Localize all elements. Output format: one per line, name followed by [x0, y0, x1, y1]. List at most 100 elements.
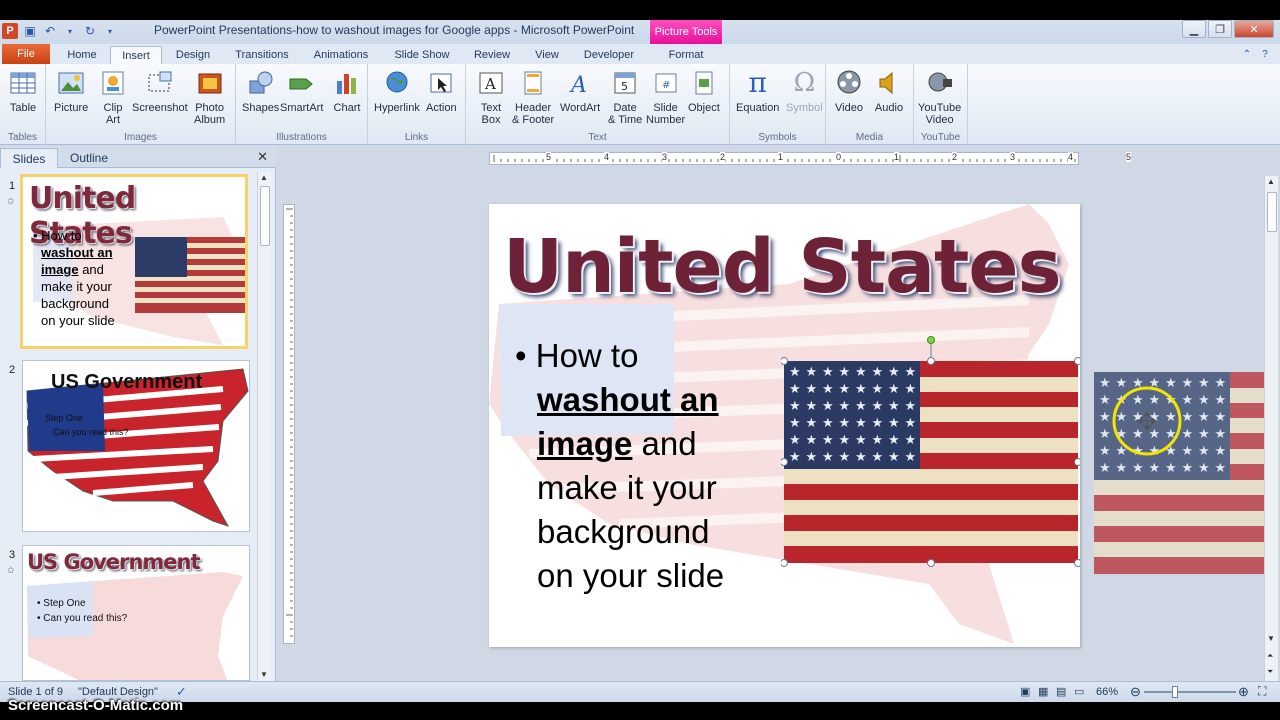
- scroll-down-icon[interactable]: ▼: [260, 670, 268, 679]
- ruler-label: 4: [1068, 152, 1074, 162]
- rotate-handle[interactable]: [927, 336, 935, 344]
- slide-thumbnail-3[interactable]: US Government • Step One • Can you read …: [22, 545, 250, 681]
- close-panel-icon[interactable]: ✕: [257, 149, 268, 165]
- panel-scroll-thumb[interactable]: [260, 186, 270, 246]
- clip-art-button[interactable]: Clip Art: [98, 68, 128, 126]
- customize-qat-icon[interactable]: ▾: [102, 23, 118, 39]
- text-box-button[interactable]: A Text Box: [476, 68, 506, 126]
- flag-star: ★: [1116, 461, 1128, 476]
- previous-slide-icon[interactable]: ⏶: [1267, 651, 1273, 661]
- smartart-button[interactable]: SmartArt: [280, 68, 323, 114]
- powerpoint-logo-icon[interactable]: P: [2, 23, 18, 39]
- tab-design[interactable]: Design: [164, 46, 222, 64]
- tab-review[interactable]: Review: [466, 46, 518, 64]
- tab-developer[interactable]: Developer: [576, 46, 642, 64]
- redo-icon[interactable]: ↻: [82, 23, 98, 39]
- close-icon[interactable]: ✕: [1234, 20, 1274, 38]
- minimize-icon[interactable]: ▁: [1182, 20, 1206, 38]
- hyperlink-button[interactable]: Hyperlink: [374, 68, 420, 114]
- save-icon[interactable]: ▣: [22, 23, 38, 39]
- scroll-up-icon[interactable]: ▲: [1267, 177, 1275, 186]
- undo-icon[interactable]: ↶: [42, 23, 58, 39]
- transition-star-icon: ✩: [7, 565, 15, 575]
- slideshow-view-icon[interactable]: ▭: [1074, 685, 1084, 698]
- tab-slide-show[interactable]: Slide Show: [386, 46, 458, 64]
- selected-flag-picture[interactable]: ★ ★ ★ ★ ★ ★ ★ ★ ★ ★ ★ ★ ★ ★ ★ ★ ★ ★ ★ ★ ★ ★ ★ ★ ★ ★ ★ ★ ★ ★ ★ ★ ★ ★ ★ ★ ★ ★ ★ ★…: [781, 336, 1080, 568]
- panel-scrollbar[interactable]: ▲ ▼: [257, 172, 271, 680]
- flag-star: ★: [822, 433, 834, 448]
- tab-format[interactable]: Format: [656, 46, 716, 64]
- zoom-out-icon[interactable]: ⊖: [1130, 684, 1141, 700]
- tab-file[interactable]: File: [2, 44, 50, 64]
- flag-star: ★: [888, 382, 900, 397]
- minimize-ribbon-icon[interactable]: ⌃: [1240, 47, 1254, 61]
- slide-thumbnail-2[interactable]: US Government Step One Can you read this…: [22, 360, 250, 532]
- flag-star: ★: [1198, 427, 1210, 442]
- zoom-slider-thumb[interactable]: [1172, 686, 1178, 698]
- wordart-button[interactable]: A WordArt: [560, 68, 600, 114]
- speaker-icon: [874, 68, 904, 98]
- flag-star: ★: [905, 433, 917, 448]
- flag-star: ★: [806, 399, 818, 414]
- flag-star: ★: [839, 416, 851, 431]
- zoom-level[interactable]: 66%: [1096, 686, 1118, 698]
- editor-scrollbar[interactable]: ▲ ▼ ⏶ ⏷: [1264, 176, 1278, 681]
- slide-number-button[interactable]: # Slide Number: [646, 68, 685, 126]
- flag-star: ★: [872, 450, 884, 465]
- flag-star: ★: [1215, 410, 1227, 425]
- dropdown-icon[interactable]: ▾: [62, 23, 78, 39]
- group-tables: Table Tables: [0, 64, 46, 145]
- flag-star: ★: [839, 365, 851, 380]
- tab-animations[interactable]: Animations: [306, 46, 376, 64]
- zoom-slider-track[interactable]: [1144, 691, 1236, 693]
- reading-view-icon[interactable]: ▤: [1056, 685, 1066, 698]
- smartart-icon: [287, 68, 317, 98]
- screen-border: [0, 0, 1280, 20]
- fit-to-window-icon[interactable]: ⛶: [1258, 684, 1266, 699]
- object-button[interactable]: Object: [688, 68, 720, 114]
- date-time-button[interactable]: 5 Date & Time: [608, 68, 642, 126]
- tab-slides[interactable]: Slides: [0, 148, 58, 168]
- symbol-button[interactable]: Ω Symbol: [786, 68, 823, 114]
- slide-thumbnail-1[interactable]: United States • How to washout an image …: [20, 174, 248, 349]
- normal-view-icon[interactable]: ▣: [1020, 685, 1030, 698]
- youtube-video-button[interactable]: YouTube Video: [918, 68, 961, 126]
- help-icon[interactable]: ?: [1258, 47, 1272, 61]
- header-footer-button[interactable]: Header & Footer: [512, 68, 554, 126]
- horizontal-ruler[interactable]: 5 4 3 2 1 0 1 2 3 4 5: [489, 152, 1132, 165]
- flag-star: ★: [789, 365, 801, 380]
- slide-sorter-icon[interactable]: ▦: [1038, 685, 1048, 698]
- action-button[interactable]: Action: [426, 68, 457, 114]
- video-button[interactable]: Video: [834, 68, 864, 114]
- ribbon-insert: Table Tables Picture Clip Art Screenshot: [0, 64, 1280, 145]
- scroll-up-icon[interactable]: ▲: [260, 173, 268, 182]
- editor-scroll-thumb[interactable]: [1267, 192, 1277, 232]
- chart-button[interactable]: Chart: [332, 68, 362, 114]
- vertical-ruler[interactable]: [283, 204, 295, 644]
- next-slide-icon[interactable]: ⏷: [1267, 667, 1273, 677]
- scroll-down-icon[interactable]: ▼: [1267, 634, 1275, 643]
- tab-transitions[interactable]: Transitions: [228, 46, 296, 64]
- tab-outline[interactable]: Outline: [60, 148, 118, 168]
- slide-title-wordart[interactable]: United States: [503, 224, 1062, 310]
- slide-body-text[interactable]: • How to washout an image and make it yo…: [515, 334, 724, 598]
- zoom-in-icon[interactable]: ⊕: [1238, 684, 1249, 700]
- equation-button[interactable]: π Equation: [736, 68, 779, 115]
- picture-button[interactable]: Picture: [54, 68, 88, 114]
- flag-star: ★: [1099, 461, 1111, 476]
- photo-album-button[interactable]: Photo Album: [194, 68, 225, 126]
- flag-star: ★: [822, 416, 834, 431]
- current-slide[interactable]: United States • How to washout an image …: [489, 204, 1080, 647]
- screenshot-button[interactable]: Screenshot: [132, 68, 188, 114]
- shapes-button[interactable]: Shapes: [242, 68, 279, 114]
- tab-home[interactable]: Home: [56, 46, 108, 64]
- restore-icon[interactable]: ❐: [1208, 20, 1232, 38]
- film-reel-icon: [834, 68, 864, 98]
- audio-button[interactable]: Audio: [874, 68, 904, 114]
- group-label: YouTube: [920, 132, 961, 143]
- flag-star: ★: [1215, 376, 1227, 391]
- tab-view[interactable]: View: [526, 46, 568, 64]
- tab-insert[interactable]: Insert: [110, 46, 162, 64]
- ruler-label: 4: [604, 152, 610, 162]
- table-button[interactable]: Table: [8, 68, 38, 114]
